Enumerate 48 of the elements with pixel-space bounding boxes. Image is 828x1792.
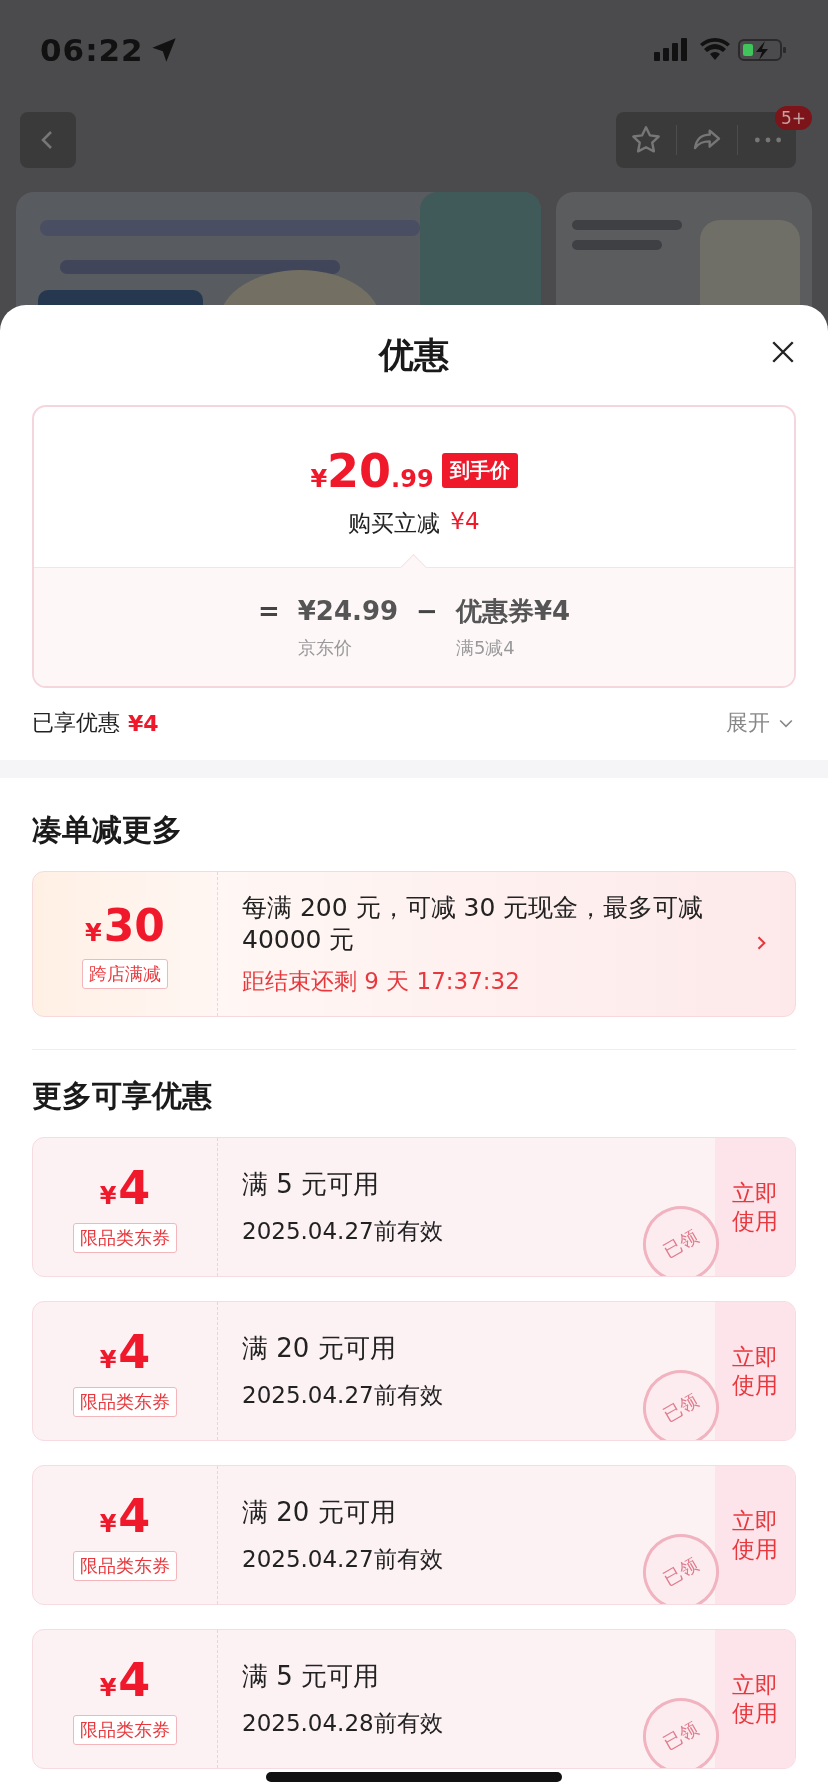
expand-button[interactable]: 展开 [726, 708, 796, 738]
coupon-validity: 2025.04.27前有效 [242, 1381, 443, 1410]
coupon-tag: 限品类东券 [73, 1715, 177, 1745]
coupon-amount: ¥4 [99, 1489, 151, 1543]
coupon-tag: 限品类东券 [73, 1551, 177, 1581]
coupon-condition: 满 5 元可用 [242, 1660, 380, 1693]
coupon-amount: ¥4 [99, 1325, 151, 1379]
coupon-validity: 2025.04.27前有效 [242, 1545, 443, 1574]
coupon-validity: 2025.04.27前有效 [242, 1217, 443, 1246]
original-price-label: 京东价 [297, 636, 352, 660]
coupon-tag: 限品类东券 [73, 1223, 177, 1253]
equals-sign: = [257, 595, 280, 628]
promotion-amount: ¥30 [85, 899, 165, 951]
section-heading: 凑单减更多 [32, 811, 183, 849]
discount-label: 购买立减 [348, 508, 441, 538]
promotion-tag: 跨店满减 [82, 958, 168, 989]
use-now-button[interactable]: 立即使用 [715, 1466, 795, 1604]
section-heading: 更多可享优惠 [32, 1077, 213, 1115]
notification-badge: 5+ [774, 106, 812, 130]
use-now-button[interactable]: 立即使用 [715, 1138, 795, 1276]
coupon-condition: 满 20 元可用 [242, 1332, 396, 1365]
discount-amount: ¥4 [450, 507, 480, 536]
promotion-card[interactable]: ¥30 跨店满减 每满 200 元，可减 30 元现金，最多可减 40000 元 距结束还剩 9 天 17:37:32 [32, 871, 796, 1017]
sheet-title: 优惠 [379, 333, 449, 377]
coupon-tag: 限品类东券 [73, 1387, 177, 1417]
enjoyed-label: 已享优惠 [32, 709, 120, 737]
close-icon[interactable] [770, 339, 796, 365]
status-time: 06:22 [40, 32, 144, 68]
coupon-value: 优惠券¥4 [455, 595, 571, 628]
use-now-button[interactable]: 立即使用 [715, 1630, 795, 1768]
coupon-condition: 满 5 元可用 [242, 1168, 380, 1201]
wifi-icon [700, 38, 730, 62]
signal-icon [654, 38, 690, 62]
coupon-validity: 2025.04.28前有效 [242, 1709, 443, 1738]
coupon-amount: ¥4 [99, 1161, 151, 1215]
back-button[interactable] [20, 112, 76, 168]
coupon-amount: ¥4 [99, 1653, 151, 1707]
promotion-description: 每满 200 元，可减 30 元现金，最多可减 40000 元 [242, 891, 705, 956]
coupon-condition: 满5减4 [455, 636, 515, 660]
original-price: ¥24.99 [297, 595, 399, 628]
countdown: 距结束还剩 9 天 17:37:32 [242, 966, 521, 996]
minus-sign: − [416, 595, 438, 628]
final-price: ¥20.99 [310, 443, 434, 498]
battery-icon [738, 38, 788, 62]
use-now-button[interactable]: 立即使用 [715, 1302, 795, 1440]
price-tag: 到手价 [441, 453, 518, 488]
coupon-condition: 满 20 元可用 [242, 1496, 396, 1529]
enjoyed-amount: ¥4 [128, 710, 159, 736]
